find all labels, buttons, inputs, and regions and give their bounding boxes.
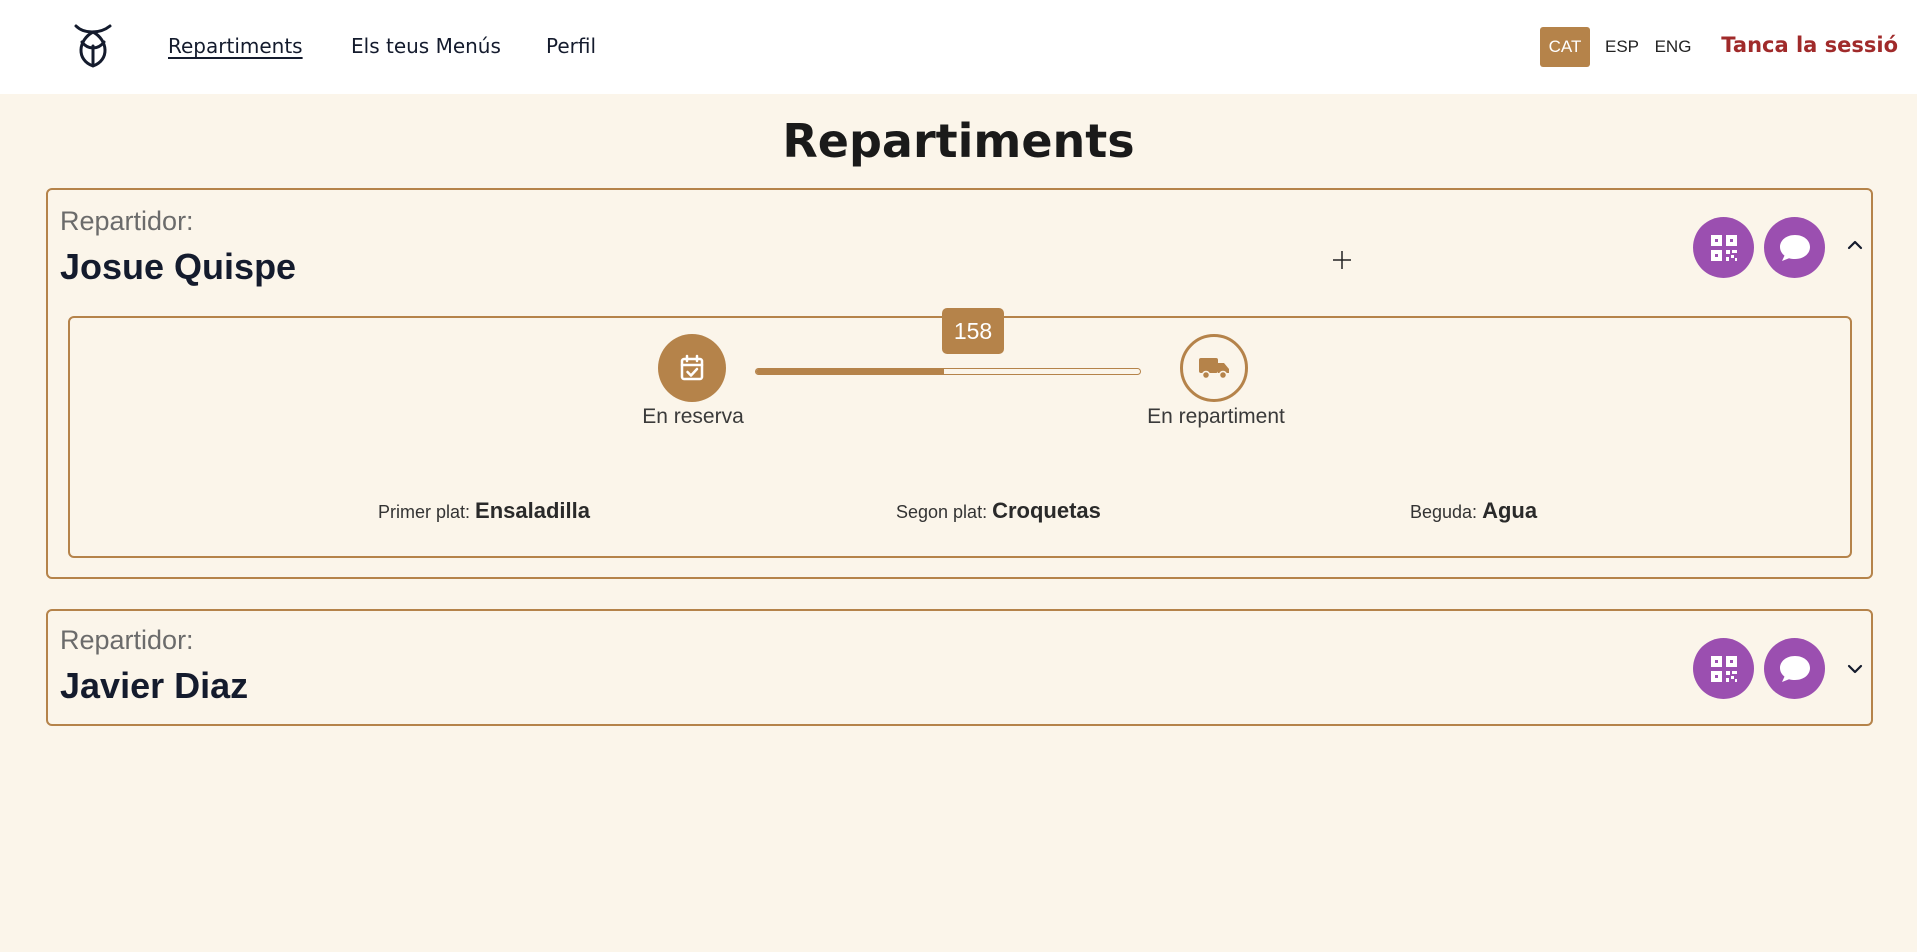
progress-fill bbox=[756, 369, 945, 374]
meal-first-value: Ensaladilla bbox=[475, 498, 590, 523]
page-title: Repartiments bbox=[782, 114, 1135, 168]
meal-first-label: Primer plat: bbox=[378, 502, 471, 522]
expand-toggle[interactable] bbox=[1844, 658, 1866, 680]
meal-second-label: Segon plat: bbox=[896, 502, 988, 522]
qr-code-button[interactable] bbox=[1693, 217, 1754, 278]
delivery-card[interactable]: Repartidor: Javier Diaz bbox=[46, 609, 1873, 726]
nav-link-perfil[interactable]: Perfil bbox=[546, 34, 596, 58]
meal-second-value: Croquetas bbox=[992, 498, 1101, 523]
brand-logo-icon[interactable] bbox=[70, 22, 116, 70]
nav-link-repartiments[interactable]: Repartiments bbox=[168, 34, 303, 58]
language-cat-button[interactable]: CAT bbox=[1540, 27, 1590, 67]
meal-second-course: Segon plat: Croquetas bbox=[896, 498, 1101, 524]
nav-link-menus[interactable]: Els teus Menús bbox=[351, 34, 501, 58]
meal-drink-label: Beguda: bbox=[1410, 502, 1478, 522]
qr-code-icon bbox=[1710, 234, 1737, 261]
chat-bubble-icon bbox=[1779, 655, 1810, 682]
chevron-up-icon bbox=[1847, 240, 1863, 250]
chevron-down-icon bbox=[1847, 664, 1863, 674]
calendar-check-icon bbox=[680, 354, 704, 381]
chat-bubble-icon bbox=[1779, 234, 1810, 261]
language-esp-button[interactable]: ESP bbox=[1602, 27, 1642, 67]
progress-value-bubble: 158 bbox=[942, 308, 1004, 354]
meal-first-course: Primer plat: Ensaladilla bbox=[378, 498, 590, 524]
qr-code-button[interactable] bbox=[1693, 638, 1754, 699]
step-delivery-label: En repartiment bbox=[1147, 405, 1285, 428]
step-reservation-label: En reserva bbox=[642, 405, 744, 428]
delivery-details: En reserva 158 En repartiment Primer pla… bbox=[68, 308, 1852, 558]
step-reservation bbox=[658, 334, 726, 402]
collapse-toggle[interactable] bbox=[1844, 234, 1866, 256]
meal-drink-value: Agua bbox=[1482, 498, 1538, 523]
delivery-card: Repartidor: Josue Quispe En reserva 158 … bbox=[46, 188, 1873, 579]
chat-button[interactable] bbox=[1764, 217, 1825, 278]
courier-label: Repartidor: bbox=[60, 625, 194, 655]
progress-bar bbox=[755, 368, 1141, 375]
truck-icon bbox=[1199, 358, 1229, 380]
step-delivery bbox=[1180, 334, 1248, 402]
logout-button[interactable]: Tanca la sessió bbox=[1721, 33, 1898, 57]
qr-code-icon bbox=[1710, 655, 1737, 682]
language-eng-button[interactable]: ENG bbox=[1650, 27, 1696, 67]
top-navbar: Repartiments Els teus Menús Perfil CAT E… bbox=[0, 0, 1917, 94]
courier-label: Repartidor: bbox=[60, 206, 194, 236]
crosshair-cursor-icon bbox=[1333, 251, 1351, 269]
courier-name: Javier Diaz bbox=[60, 665, 249, 706]
courier-name: Josue Quispe bbox=[60, 246, 297, 287]
chat-button[interactable] bbox=[1764, 638, 1825, 699]
meal-drink: Beguda: Agua bbox=[1410, 498, 1537, 524]
